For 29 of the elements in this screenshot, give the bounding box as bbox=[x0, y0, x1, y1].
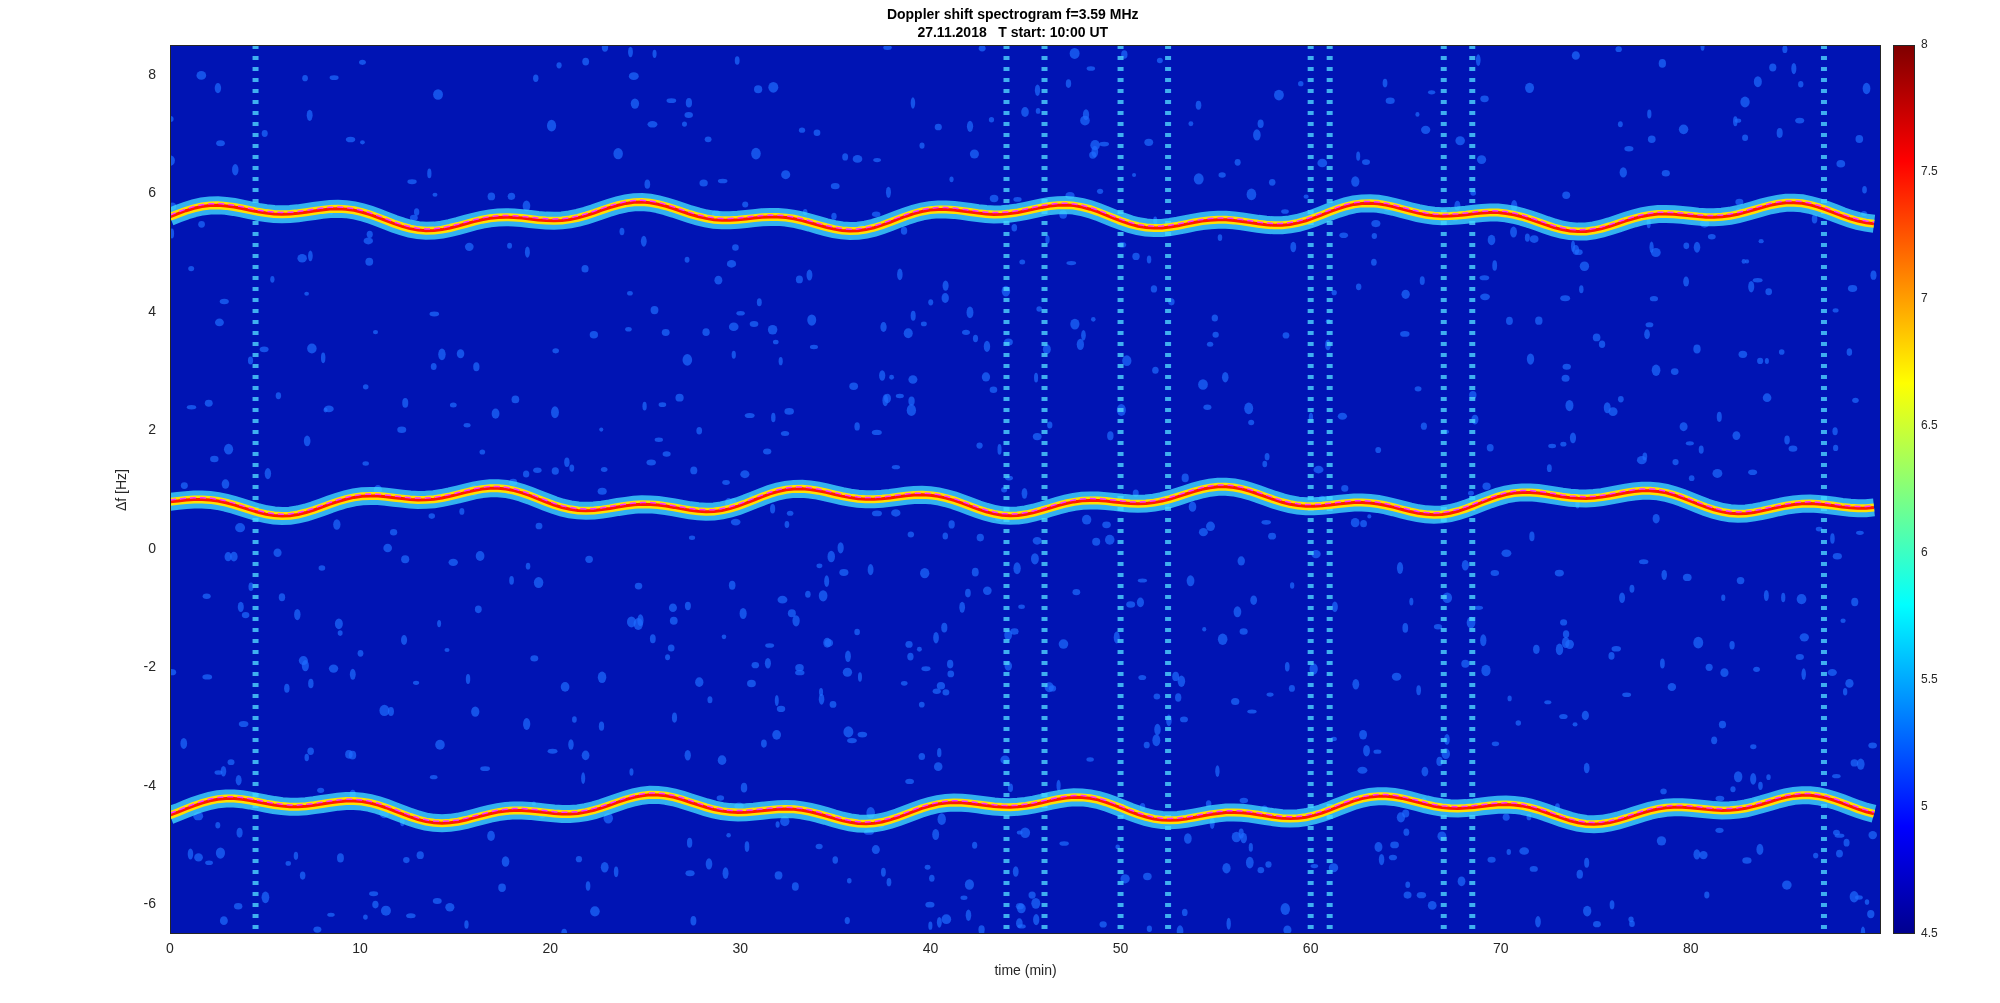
y-tick-label: 8 bbox=[148, 65, 156, 82]
colorbar-tick-label: 7 bbox=[1921, 291, 1928, 305]
colorbar-tick-label: 6 bbox=[1921, 545, 1928, 559]
colorbar-tick-label: 8 bbox=[1921, 37, 1928, 51]
x-tick-label: 80 bbox=[1683, 940, 1699, 956]
y-tick-label: 0 bbox=[148, 539, 156, 556]
x-tick-label: 0 bbox=[166, 940, 174, 956]
x-tick-label: 70 bbox=[1493, 940, 1509, 956]
y-tick-label: -6 bbox=[143, 895, 156, 912]
x-tick-label: 60 bbox=[1302, 940, 1319, 956]
colorbar-tick-label: 5 bbox=[1921, 799, 1928, 813]
y-tick-label: -4 bbox=[143, 776, 156, 793]
y-tick-label: -2 bbox=[143, 658, 156, 675]
x-tick-label: 40 bbox=[922, 940, 939, 956]
colorbar-tick-label: 6.5 bbox=[1921, 418, 1938, 432]
colorbar-tick-label: 7.5 bbox=[1921, 164, 1938, 178]
colorbar-tick-label: 4.5 bbox=[1921, 926, 1938, 940]
x-axis-label: time (min) bbox=[994, 962, 1057, 978]
x-tick-label: 30 bbox=[732, 940, 749, 956]
chart-subtitle: 27.11.2018 T start: 10:00 UT bbox=[917, 22, 1109, 41]
y-tick-label: 2 bbox=[148, 421, 156, 438]
x-tick-label: 50 bbox=[1112, 940, 1129, 956]
colorbar-tick-label: 5.5 bbox=[1921, 672, 1938, 686]
y-tick-label: 4 bbox=[148, 302, 156, 319]
x-tick-label: 20 bbox=[542, 940, 558, 956]
x-tick-label: 10 bbox=[352, 940, 368, 956]
chart-title: Doppler shift spectrogram f=3.59 MHz bbox=[886, 4, 1139, 23]
y-axis-label: Δf [Hz] bbox=[113, 468, 129, 511]
y-tick-label: 6 bbox=[148, 184, 156, 201]
